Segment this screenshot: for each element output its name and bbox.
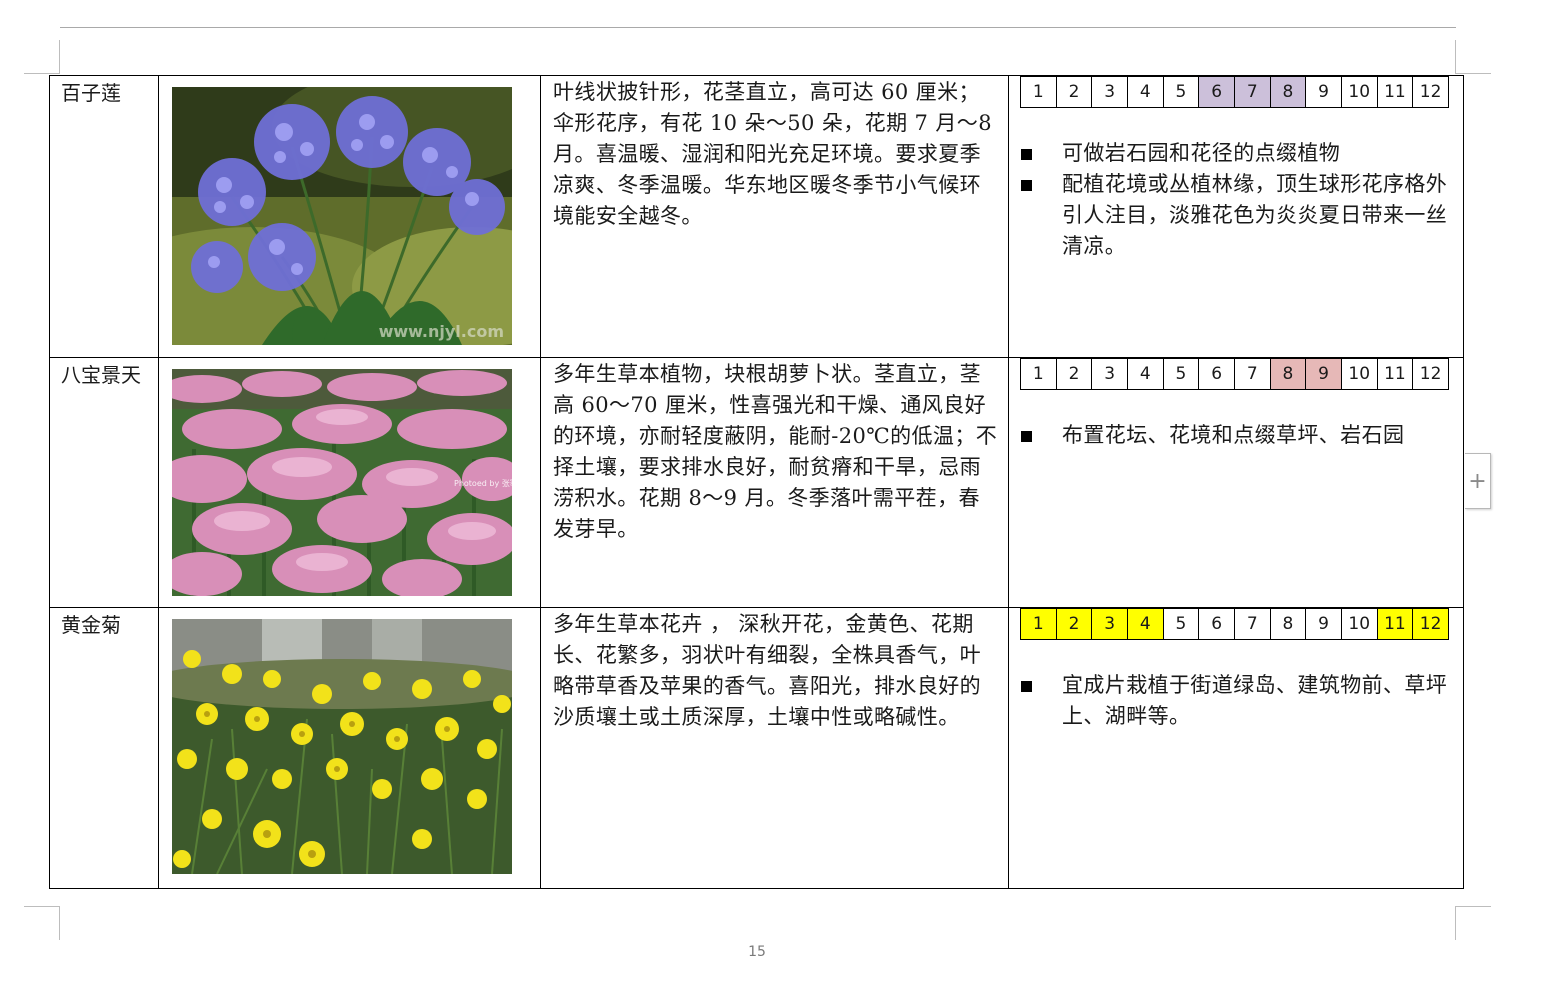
month-cell: 7 bbox=[1233, 608, 1271, 640]
usage-item: 可做岩石园和花径的点缀植物 bbox=[1020, 138, 1455, 169]
plant-table: 百子莲 www.njyl.com 叶线状披针形，花茎直立，高可达 60 厘米；伞… bbox=[48, 75, 1464, 889]
usage-list: 可做岩石园和花径的点缀植物 配植花境或丛植林缘，顶生球形花序格外引人注目，淡雅花… bbox=[1010, 138, 1463, 262]
sedum-photo-graphic: Photoed by 张骞 bbox=[172, 369, 513, 596]
flowering-month-grid: 1 2 3 4 5 6 7 8 9 10 11 12 bbox=[1020, 358, 1449, 390]
plant-description-cell: 多年生草本植物，块根胡萝卜状。茎直立，茎高 60～70 厘米，性喜强光和干燥、通… bbox=[540, 357, 1009, 608]
month-cell: 5 bbox=[1162, 76, 1200, 108]
golden-daisy-photo-graphic bbox=[172, 619, 513, 874]
month-cell: 9 bbox=[1305, 358, 1342, 390]
month-cell: 1 bbox=[1020, 76, 1057, 108]
plant-photo[interactable]: Photoed by 张骞 bbox=[172, 369, 513, 596]
month-cell: 12 bbox=[1412, 608, 1449, 640]
plant-photo-cell: Photoed by 张骞 bbox=[158, 357, 542, 608]
month-cell: 11 bbox=[1376, 358, 1414, 390]
plant-name: 百子莲 bbox=[61, 81, 121, 105]
square-bullet-icon bbox=[1021, 681, 1032, 692]
month-cell: 10 bbox=[1340, 608, 1378, 640]
month-cell: 8 bbox=[1269, 358, 1307, 390]
margin-mark-top-left-h bbox=[24, 73, 60, 74]
month-cell: 1 bbox=[1020, 358, 1057, 390]
month-cell: 8 bbox=[1269, 76, 1307, 108]
plant-description: 多年生草本植物，块根胡萝卜状。茎直立，茎高 60～70 厘米，性喜强光和干燥、通… bbox=[553, 362, 998, 541]
photo-watermark: Photoed by 张骞 bbox=[454, 478, 512, 488]
page-number: 15 bbox=[748, 944, 766, 960]
page-top-rule bbox=[60, 27, 1456, 28]
plant-name-cell: 黄金菊 bbox=[48, 607, 160, 889]
usage-text: 可做岩石园和花径的点缀植物 bbox=[1062, 141, 1341, 165]
month-cell: 11 bbox=[1376, 76, 1414, 108]
month-cell: 4 bbox=[1126, 358, 1164, 390]
month-cell: 2 bbox=[1055, 608, 1093, 640]
plant-name-cell: 百子莲 bbox=[48, 75, 160, 358]
month-cell: 10 bbox=[1340, 358, 1378, 390]
plant-usage-cell: 1 2 3 4 5 6 7 8 9 10 11 12 宜成片栽植于街道绿岛、建筑… bbox=[1008, 607, 1464, 889]
month-cell: 6 bbox=[1198, 608, 1235, 640]
margin-mark-bottom-right-v bbox=[1455, 906, 1456, 940]
month-cell: 12 bbox=[1412, 76, 1449, 108]
plant-photo-cell: www.njyl.com bbox=[158, 75, 542, 358]
flowering-month-grid: 1 2 3 4 5 6 7 8 9 10 11 12 bbox=[1020, 76, 1449, 108]
month-cell: 3 bbox=[1091, 608, 1128, 640]
plant-name-cell: 八宝景天 bbox=[48, 357, 160, 608]
usage-list: 宜成片栽植于街道绿岛、建筑物前、草坪上、湖畔等。 bbox=[1010, 670, 1463, 732]
flowering-month-grid: 1 2 3 4 5 6 7 8 9 10 11 12 bbox=[1020, 608, 1449, 640]
plant-usage-cell: 1 2 3 4 5 6 7 8 9 10 11 12 可做岩石园和花径的点缀植物… bbox=[1008, 75, 1464, 358]
month-cell: 1 bbox=[1020, 608, 1057, 640]
month-cell: 5 bbox=[1162, 608, 1200, 640]
plant-row: 百子莲 www.njyl.com 叶线状披针形，花茎直立，高可达 60 厘米；伞… bbox=[48, 75, 1464, 358]
month-cell: 10 bbox=[1340, 76, 1378, 108]
month-cell: 7 bbox=[1233, 358, 1271, 390]
plant-name: 八宝景天 bbox=[61, 363, 141, 387]
month-cell: 3 bbox=[1091, 358, 1128, 390]
margin-mark-top-right-h bbox=[1455, 73, 1491, 74]
month-cell: 2 bbox=[1055, 76, 1093, 108]
month-cell: 4 bbox=[1126, 608, 1164, 640]
plant-description-cell: 多年生草本花卉 ， 深秋开花，金黄色、花期长、花繁多，羽状叶有细裂，全株具香气，… bbox=[540, 607, 1009, 889]
usage-list: 布置花坛、花境和点缀草坪、岩石园 bbox=[1010, 420, 1463, 451]
square-bullet-icon bbox=[1021, 149, 1032, 160]
plant-row: 八宝景天 Photoed by 张骞 多年生草本植物，块根胡萝卜状。茎直立，茎高… bbox=[48, 357, 1464, 608]
month-cell: 5 bbox=[1162, 358, 1200, 390]
usage-item: 配植花境或丛植林缘，顶生球形花序格外引人注目，淡雅花色为炎炎夏日带来一丝清凉。 bbox=[1020, 169, 1455, 262]
plant-name: 黄金菊 bbox=[61, 613, 121, 637]
month-cell: 6 bbox=[1198, 76, 1235, 108]
plant-description-cell: 叶线状披针形，花茎直立，高可达 60 厘米；伞形花序，有花 10 朵～50 朵，… bbox=[540, 75, 1009, 358]
margin-mark-bottom-left-h bbox=[24, 906, 60, 907]
usage-item: 宜成片栽植于街道绿岛、建筑物前、草坪上、湖畔等。 bbox=[1020, 670, 1455, 732]
square-bullet-icon bbox=[1021, 431, 1032, 442]
photo-watermark: www.njyl.com bbox=[379, 322, 504, 341]
month-cell: 7 bbox=[1233, 76, 1271, 108]
month-cell: 4 bbox=[1126, 76, 1164, 108]
plant-description: 叶线状披针形，花茎直立，高可达 60 厘米；伞形花序，有花 10 朵～50 朵，… bbox=[553, 80, 992, 228]
plant-row: 黄金菊 多年生草本花卉 ， 深秋开花，金黄色、花期长、花繁多，羽状叶有细裂，全株… bbox=[48, 607, 1464, 889]
month-cell: 11 bbox=[1376, 608, 1414, 640]
month-cell: 3 bbox=[1091, 76, 1128, 108]
margin-mark-bottom-right-h bbox=[1455, 906, 1491, 907]
month-cell: 9 bbox=[1305, 76, 1342, 108]
month-cell: 2 bbox=[1055, 358, 1093, 390]
plant-photo[interactable]: www.njyl.com bbox=[172, 87, 513, 345]
expand-panel-plus-icon[interactable]: + bbox=[1465, 453, 1491, 509]
month-cell: 8 bbox=[1269, 608, 1307, 640]
month-cell: 12 bbox=[1412, 358, 1449, 390]
plant-photo-cell bbox=[158, 607, 542, 889]
usage-item: 布置花坛、花境和点缀草坪、岩石园 bbox=[1020, 420, 1455, 451]
plant-description: 多年生草本花卉 ， 深秋开花，金黄色、花期长、花繁多，羽状叶有细裂，全株具香气，… bbox=[553, 612, 982, 729]
usage-text: 宜成片栽植于街道绿岛、建筑物前、草坪上、湖畔等。 bbox=[1062, 673, 1448, 728]
margin-mark-top-right-v bbox=[1455, 40, 1456, 74]
plant-usage-cell: 1 2 3 4 5 6 7 8 9 10 11 12 布置花坛、花境和点缀草坪、… bbox=[1008, 357, 1464, 608]
month-cell: 6 bbox=[1198, 358, 1235, 390]
month-cell: 9 bbox=[1305, 608, 1342, 640]
plant-photo[interactable] bbox=[172, 619, 513, 874]
square-bullet-icon bbox=[1021, 180, 1032, 191]
margin-mark-bottom-left-v bbox=[59, 906, 60, 940]
usage-text: 配植花境或丛植林缘，顶生球形花序格外引人注目，淡雅花色为炎炎夏日带来一丝清凉。 bbox=[1062, 172, 1448, 258]
margin-mark-top-left-v bbox=[59, 40, 60, 74]
usage-text: 布置花坛、花境和点缀草坪、岩石园 bbox=[1062, 423, 1405, 447]
agapanthus-photo-graphic: www.njyl.com bbox=[172, 87, 513, 345]
